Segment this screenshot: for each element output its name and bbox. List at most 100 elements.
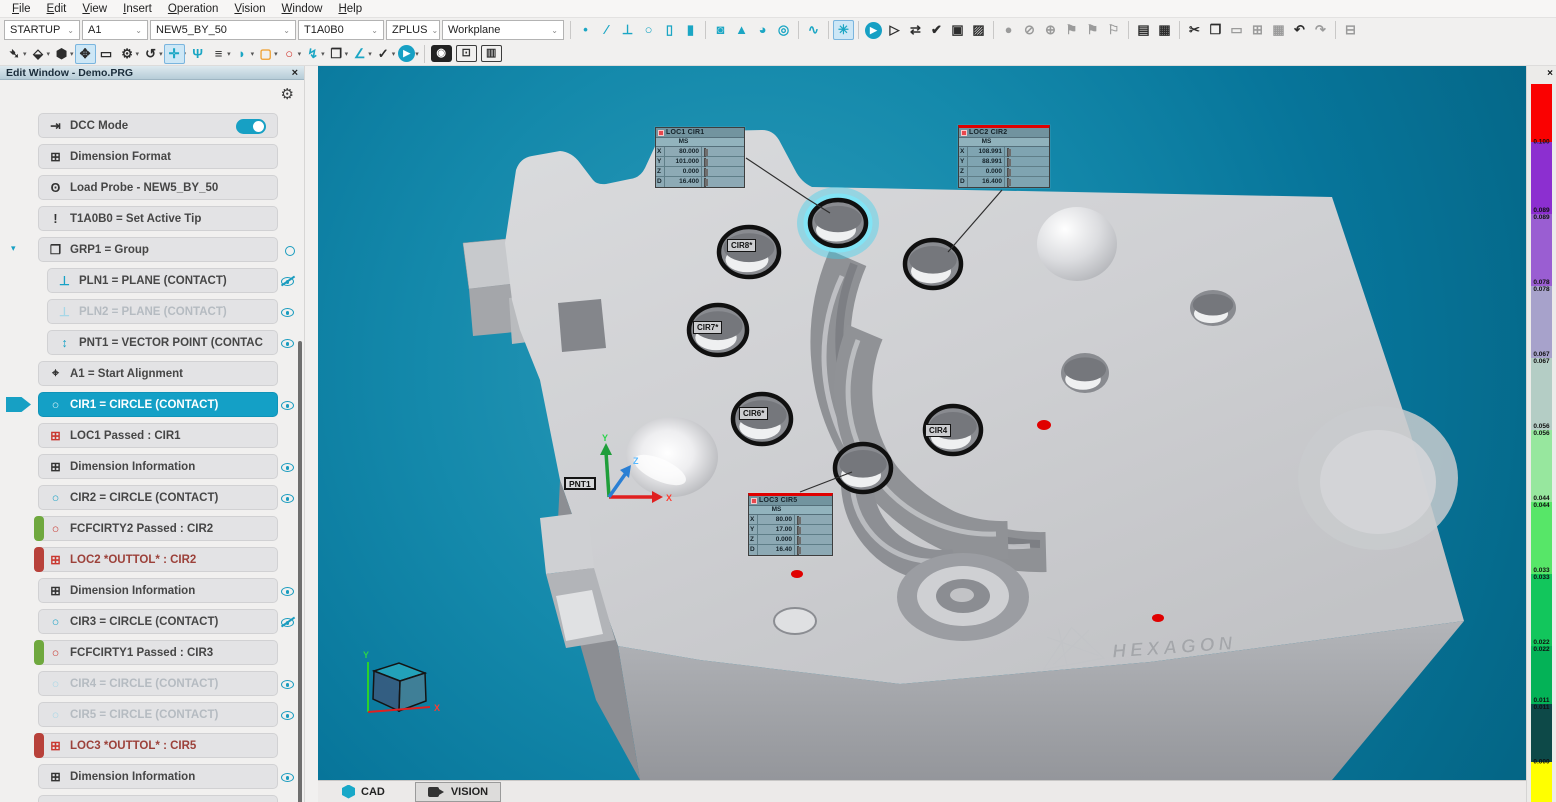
point-feature-icon[interactable]: • [575, 20, 596, 40]
tree-item-loc2[interactable]: ⊞LOC2 *OUTTOL* : CIR2 [0, 547, 304, 572]
menu-file[interactable]: File [4, 3, 39, 15]
tree-item-fcfcirty2[interactable]: ○FCFCIRTY2 Passed : CIR2 [0, 516, 304, 541]
view-setup-icon[interactable]: ⬙ [28, 44, 49, 64]
eye-icon[interactable] [281, 770, 295, 788]
undo-icon[interactable]: ↶ [1289, 20, 1310, 40]
tree-item-card[interactable]: ⇥DCC Mode [38, 113, 278, 138]
loop-icon[interactable]: ⇄ [905, 20, 926, 40]
cone-feature-icon[interactable]: ▲ [731, 20, 752, 40]
pan-view-icon[interactable]: ✥ [75, 44, 96, 64]
tree-item-card[interactable]: ⊥PLN1 = PLANE (CONTACT) [47, 268, 278, 293]
tree-item-card[interactable]: ʘLoad Probe - NEW5_BY_50 [38, 175, 278, 200]
tree-item-card[interactable]: ○FCFCIRTY1 Passed : CIR3 [38, 640, 278, 665]
eye-slash-icon[interactable] [281, 615, 295, 633]
eye-icon[interactable] [281, 398, 295, 416]
menu-view[interactable]: View [74, 3, 115, 15]
eye-slash-icon[interactable] [281, 274, 295, 292]
feature-tag-cir8[interactable]: CIR8* [727, 239, 756, 252]
histogram-icon[interactable]: ▥ [481, 45, 502, 62]
sphere-feature-icon[interactable]: ◕ [752, 20, 773, 40]
eye-icon[interactable] [281, 584, 295, 602]
edit-window-titlebar[interactable]: Edit Window - Demo.PRG × [0, 66, 304, 80]
eye-icon[interactable] [281, 491, 295, 509]
tab-cad[interactable]: CAD [330, 782, 397, 802]
tree-item-card[interactable]: ⊞LOC3 *OUTTOL* : CIR5 [38, 733, 278, 758]
probe-file-select[interactable]: NEW5_BY_50⌄ [150, 20, 296, 40]
cad-display-icon[interactable]: ⬢ [51, 44, 72, 64]
menu-window[interactable]: Window [274, 3, 331, 15]
redo-icon[interactable]: ↷ [1310, 20, 1331, 40]
execute-icon[interactable]: ▶ [865, 22, 882, 39]
tree-item-card[interactable]: ○FCFCIRTY2 Passed : CIR2 [38, 516, 278, 541]
tree-item-load[interactable]: ʘLoad Probe - NEW5_BY_50 [0, 175, 304, 200]
tree-item-pln1[interactable]: ⊥PLN1 = PLANE (CONTACT) [0, 268, 304, 293]
expander-icon[interactable]: ▾ [11, 243, 16, 254]
feature-tag-pnt1[interactable]: PNT1 [564, 477, 596, 490]
cad-viewport[interactable]: HEXAGON Y X Z Y X [318, 66, 1526, 780]
tree-item-pln2[interactable]: ⊥PLN2 = PLANE (CONTACT) [0, 299, 304, 324]
workplane-label-select[interactable]: Workplane⌄ [442, 20, 564, 40]
eye-icon[interactable] [281, 336, 295, 354]
workplane-select[interactable]: ZPLUS⌄ [386, 20, 440, 40]
tree-item-pnt1[interactable]: ↕PNT1 = VECTOR POINT (CONTAC [0, 330, 304, 355]
active-alignment-select[interactable]: A1⌄ [82, 20, 148, 40]
line-feature-icon[interactable]: ∕ [596, 20, 617, 40]
tab-vision[interactable]: VISION [415, 782, 501, 802]
tree-item-card[interactable]: ⊞LOC1 Passed : CIR1 [38, 423, 278, 448]
tree-item-cir6[interactable]: ○CIR6 = CIRCLE (CONTACT) [0, 795, 304, 802]
eye-icon[interactable] [281, 708, 295, 726]
print-icon[interactable]: ⊟ [1340, 20, 1361, 40]
probe-calibration-icon[interactable]: ∠ [349, 44, 370, 64]
tree-item-dcc[interactable]: ⇥DCC Mode [0, 113, 304, 138]
eye-icon[interactable] [281, 677, 295, 695]
tree-item-card[interactable]: ⌖A1 = Start Alignment [38, 361, 278, 386]
continue-icon[interactable]: ⊕ [1040, 20, 1061, 40]
translate-view-icon[interactable]: ✛ [164, 44, 185, 64]
measured-circle-feature[interactable] [719, 227, 779, 277]
tree-item-cir2[interactable]: ○CIR2 = CIRCLE (CONTACT) [0, 485, 304, 510]
auto-feature-icon[interactable]: ✳ [833, 20, 854, 40]
active-tip-select[interactable]: T1A0B0⌄ [298, 20, 384, 40]
tree-item-cir5[interactable]: ○CIR5 = CIRCLE (CONTACT) [0, 702, 304, 727]
snapshot-camera-icon[interactable]: ◉ [431, 45, 452, 62]
report-window-icon[interactable]: ▤ [1133, 20, 1154, 40]
cylinder-feature-icon[interactable]: ◙ [710, 20, 731, 40]
torus-feature-icon[interactable]: ◎ [773, 20, 794, 40]
menu-help[interactable]: Help [330, 3, 370, 15]
paste-pattern-icon[interactable]: ⊞ [1247, 20, 1268, 40]
settings-gears-icon[interactable]: ⚙ [117, 44, 138, 64]
tree-item-fcfcirty1[interactable]: ○FCFCIRTY1 Passed : CIR3 [0, 640, 304, 665]
tree-item-card[interactable]: ○CIR4 = CIRCLE (CONTACT) [38, 671, 278, 696]
report-template-icon[interactable]: ▦ [1154, 20, 1175, 40]
tree-item-grp1[interactable]: ▾❒GRP1 = Group [0, 237, 304, 262]
tree-item-card[interactable]: ↕PNT1 = VECTOR POINT (CONTAC [47, 330, 278, 355]
square-slot-icon[interactable]: ▮ [680, 20, 701, 40]
circle-feature-icon[interactable]: ○ [638, 20, 659, 40]
tree-item-cir1[interactable]: ○CIR1 = CIRCLE (CONTACT) [0, 392, 304, 417]
curve-feature-icon[interactable]: ∿ [803, 20, 824, 40]
rect-target-icon[interactable]: ▢ [255, 44, 276, 64]
dim-box-loc1[interactable]: LOC1 CIR1MSX80.000Y101.000Z0.000D16.400 [655, 127, 745, 188]
alignment-select[interactable]: STARTUP⌄ [4, 20, 80, 40]
eye-icon[interactable] [281, 460, 295, 478]
menu-insert[interactable]: Insert [115, 3, 160, 15]
tree-item-card[interactable]: ○CIR5 = CIRCLE (CONTACT) [38, 702, 278, 727]
tree-scrollbar[interactable] [298, 341, 302, 802]
bookmark-remove-icon[interactable]: ⚐ [1103, 20, 1124, 40]
menu-operation[interactable]: Operation [160, 3, 227, 15]
probe-mode-icon[interactable]: ➴ [4, 44, 25, 64]
tree-item-card[interactable]: ⊥PLN2 = PLANE (CONTACT) [47, 299, 278, 324]
tree-item-dimension[interactable]: ⊞Dimension Information [0, 764, 304, 789]
measured-circle-feature[interactable] [835, 444, 891, 492]
feature-control-icon[interactable]: ≡ [208, 44, 229, 64]
rotate-view-icon[interactable]: ↺ [140, 44, 161, 64]
bookmark-icon[interactable]: ⚑ [1061, 20, 1082, 40]
calculator-icon[interactable]: ▦ [1268, 20, 1289, 40]
dim-box-loc3[interactable]: LOC3 CIR5MSX80.00Y17.00Z0.000D16.40 [748, 493, 833, 556]
menu-vision[interactable]: Vision [226, 3, 273, 15]
close-icon[interactable]: × [1547, 68, 1553, 79]
paste-icon[interactable]: ▭ [1226, 20, 1247, 40]
nav-cube[interactable]: Y X [363, 650, 440, 713]
circle-target-icon[interactable]: ○ [279, 44, 300, 64]
hole-feature[interactable] [1061, 353, 1109, 393]
